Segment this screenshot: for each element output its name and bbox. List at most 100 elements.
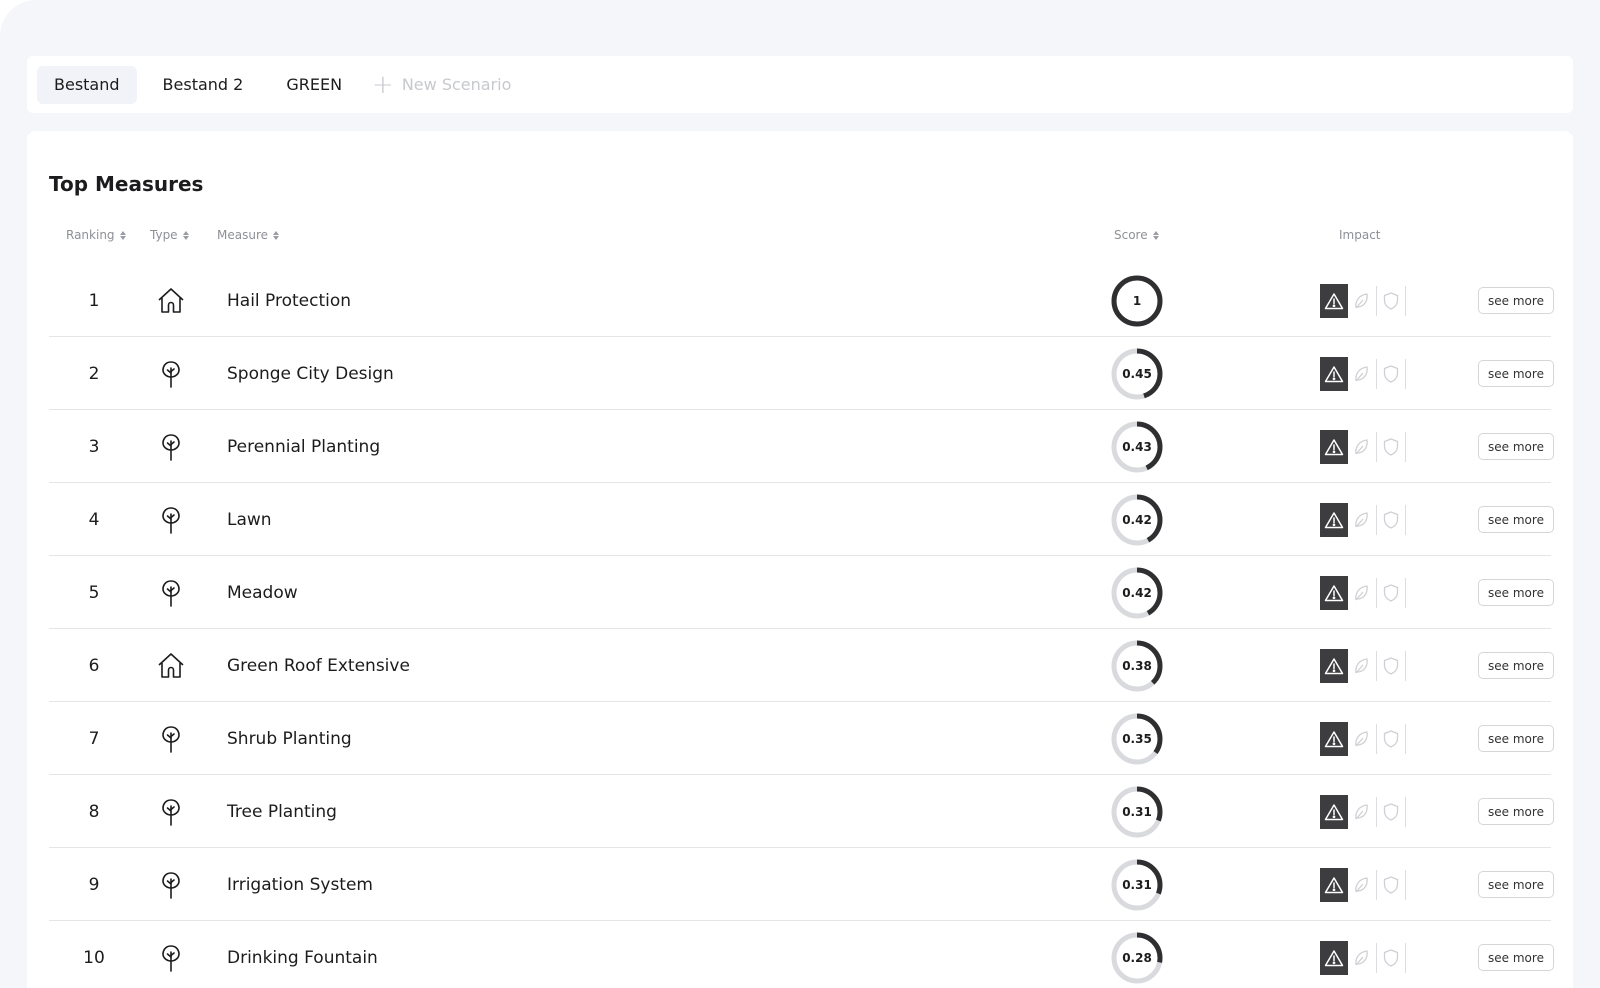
score-label: 0.43 bbox=[1122, 439, 1152, 454]
leaf-icon bbox=[1348, 576, 1376, 610]
impact-divider bbox=[1405, 942, 1406, 973]
score-cell: 0.42 bbox=[1110, 556, 1164, 629]
see-more-cell: see more bbox=[1478, 921, 1554, 988]
tab-bestand-2[interactable]: Bestand 2 bbox=[146, 66, 261, 104]
sort-icon bbox=[273, 230, 279, 240]
measure-name: Green Roof Extensive bbox=[227, 655, 410, 676]
score-ring: 1 bbox=[1110, 274, 1164, 328]
score-ring: 0.45 bbox=[1110, 347, 1164, 401]
score-ring: 0.35 bbox=[1110, 712, 1164, 766]
tree-icon bbox=[153, 921, 189, 988]
impact-divider bbox=[1405, 504, 1406, 535]
impact-divider bbox=[1405, 431, 1406, 462]
score-label: 0.42 bbox=[1122, 585, 1152, 600]
impact-icons bbox=[1320, 921, 1406, 988]
impact-divider bbox=[1405, 650, 1406, 681]
table-row: 4 Lawn 0.42 see more bbox=[49, 483, 1554, 556]
see-more-button[interactable]: see more bbox=[1478, 287, 1554, 314]
house-icon bbox=[153, 629, 189, 702]
measure-name: Sponge City Design bbox=[227, 363, 394, 384]
ranking-cell: 7 bbox=[88, 728, 100, 749]
shield-icon bbox=[1377, 941, 1405, 975]
tree-icon bbox=[153, 848, 189, 921]
impact-divider bbox=[1405, 577, 1406, 608]
measure-name: Shrub Planting bbox=[227, 728, 352, 749]
score-cell: 0.43 bbox=[1110, 410, 1164, 483]
warning-icon bbox=[1320, 356, 1348, 391]
see-more-cell: see more bbox=[1478, 483, 1554, 556]
table-row: 9 Irrigation System 0.31 see more bbox=[49, 848, 1554, 921]
sort-icon bbox=[1152, 230, 1159, 240]
table-row: 7 Shrub Planting 0.35 see more bbox=[49, 702, 1554, 775]
see-more-button[interactable]: see more bbox=[1478, 506, 1554, 533]
measure-name: Hail Protection bbox=[227, 290, 352, 311]
column-label: Score bbox=[1114, 228, 1148, 242]
impact-icons bbox=[1320, 629, 1406, 702]
measure-name: Irrigation System bbox=[227, 874, 373, 895]
warning-icon bbox=[1320, 575, 1348, 610]
leaf-icon bbox=[1348, 503, 1376, 537]
see-more-button[interactable]: see more bbox=[1478, 871, 1554, 898]
warning-icon bbox=[1320, 940, 1348, 975]
score-cell: 0.42 bbox=[1110, 483, 1164, 556]
score-cell: 0.28 bbox=[1110, 921, 1164, 988]
impact-icons bbox=[1320, 337, 1406, 410]
see-more-cell: see more bbox=[1478, 337, 1554, 410]
impact-divider bbox=[1405, 796, 1406, 827]
sort-icon bbox=[119, 230, 126, 240]
impact-icons bbox=[1320, 410, 1406, 483]
see-more-button[interactable]: see more bbox=[1478, 433, 1554, 460]
tab-green[interactable]: GREEN bbox=[269, 66, 359, 104]
shield-icon bbox=[1377, 795, 1405, 829]
tree-icon bbox=[153, 702, 189, 775]
score-cell: 0.35 bbox=[1110, 702, 1164, 775]
table-row: 3 Perennial Planting 0.43 see more bbox=[49, 410, 1554, 483]
see-more-button[interactable]: see more bbox=[1478, 652, 1554, 679]
leaf-icon bbox=[1348, 868, 1376, 902]
column-header-type[interactable]: Type bbox=[150, 228, 189, 242]
score-cell: 0.31 bbox=[1110, 848, 1164, 921]
see-more-button[interactable]: see more bbox=[1478, 360, 1554, 387]
column-label: Measure bbox=[217, 228, 268, 242]
tab-bestand[interactable]: Bestand bbox=[37, 65, 137, 104]
warning-icon bbox=[1320, 283, 1348, 318]
score-ring: 0.28 bbox=[1110, 931, 1164, 985]
new-scenario-button[interactable]: + New Scenario bbox=[368, 66, 528, 104]
impact-divider bbox=[1405, 723, 1406, 754]
leaf-icon bbox=[1348, 722, 1376, 756]
warning-icon bbox=[1320, 721, 1348, 756]
warning-icon bbox=[1320, 794, 1348, 829]
see-more-button[interactable]: see more bbox=[1478, 944, 1554, 971]
ranking-cell: 5 bbox=[88, 582, 100, 603]
see-more-cell: see more bbox=[1478, 702, 1554, 775]
table-row: 2 Sponge City Design 0.45 see more bbox=[49, 337, 1554, 410]
leaf-icon bbox=[1348, 357, 1376, 391]
column-header-ranking[interactable]: Ranking bbox=[66, 228, 126, 242]
sort-icon bbox=[182, 230, 189, 240]
impact-icons bbox=[1320, 775, 1406, 848]
column-header-score[interactable]: Score bbox=[1114, 228, 1159, 242]
see-more-cell: see more bbox=[1478, 556, 1554, 629]
impact-icons bbox=[1320, 264, 1406, 337]
top-measures-panel: Top Measures Ranking Type Measure Score … bbox=[27, 131, 1573, 988]
column-header-measure[interactable]: Measure bbox=[217, 228, 279, 242]
leaf-icon bbox=[1348, 649, 1376, 683]
score-ring: 0.43 bbox=[1110, 420, 1164, 474]
table-row: 5 Meadow 0.42 see more bbox=[49, 556, 1554, 629]
house-icon bbox=[153, 264, 189, 337]
see-more-button[interactable]: see more bbox=[1478, 579, 1554, 606]
score-ring: 0.42 bbox=[1110, 566, 1164, 620]
ranking-cell: 6 bbox=[88, 655, 100, 676]
tree-icon bbox=[153, 410, 189, 483]
impact-divider bbox=[1405, 358, 1406, 389]
table-row: 10 Drinking Fountain 0.28 see more bbox=[49, 921, 1554, 988]
leaf-icon bbox=[1348, 430, 1376, 464]
ranking-cell: 8 bbox=[88, 801, 100, 822]
tree-icon bbox=[153, 483, 189, 556]
see-more-button[interactable]: see more bbox=[1478, 725, 1554, 752]
shield-icon bbox=[1377, 722, 1405, 756]
warning-icon bbox=[1320, 648, 1348, 683]
shield-icon bbox=[1377, 649, 1405, 683]
see-more-button[interactable]: see more bbox=[1478, 798, 1554, 825]
ranking-cell: 4 bbox=[88, 509, 100, 530]
